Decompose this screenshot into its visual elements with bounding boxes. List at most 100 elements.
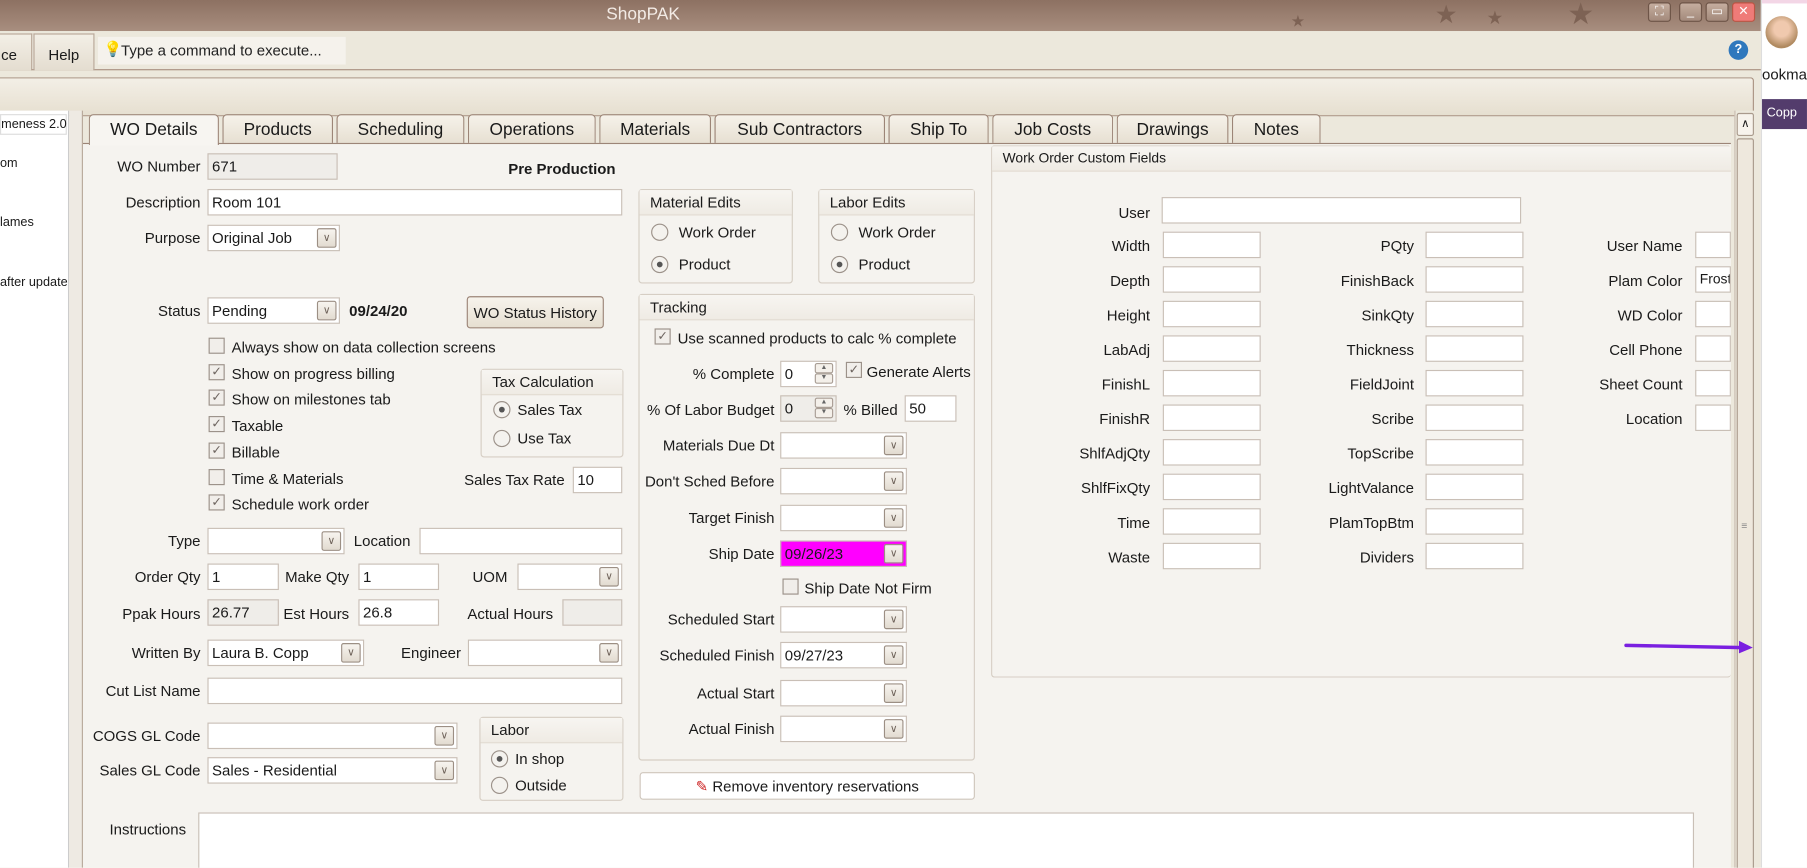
make-qty-field[interactable]: 1 <box>358 563 440 591</box>
custom-field-input[interactable] <box>1162 542 1261 570</box>
purpose-select[interactable]: Original Job ∨ <box>207 224 340 252</box>
date-picker[interactable]: 09/27/23 ∨ <box>780 641 907 669</box>
scrollbar-thumb[interactable]: ≡ <box>1736 138 1754 868</box>
use-tax-radio[interactable] <box>493 429 511 448</box>
custom-field-input[interactable] <box>1425 300 1524 328</box>
est-hours-field[interactable]: 26.8 <box>358 599 440 626</box>
custom-field-input[interactable] <box>1425 266 1524 293</box>
order-qty-field[interactable]: 1 <box>207 563 279 591</box>
checkbox[interactable] <box>208 337 225 354</box>
material-edits-work-order-radio[interactable] <box>651 223 669 241</box>
chevron-down-icon[interactable]: ∨ <box>883 543 904 564</box>
custom-field-input[interactable] <box>1695 335 1731 362</box>
custom-field-input[interactable] <box>1162 473 1261 501</box>
date-picker[interactable]: ∨ <box>780 715 907 743</box>
cut-list-field[interactable] <box>207 677 623 705</box>
labor-edits-product-radio[interactable] <box>830 255 849 274</box>
checkbox[interactable]: ✓ <box>208 442 225 459</box>
custom-field-input[interactable] <box>1162 439 1261 466</box>
custom-field-input[interactable] <box>1425 508 1524 535</box>
chevron-down-icon[interactable]: ∨ <box>883 645 904 665</box>
description-field[interactable]: Room 101 <box>207 188 623 216</box>
custom-field-input[interactable] <box>1425 335 1524 362</box>
custom-field-input[interactable] <box>1425 542 1524 570</box>
chevron-down-icon[interactable]: ∨ <box>883 719 904 739</box>
uom-select[interactable]: ∨ <box>517 563 623 591</box>
vertical-scrollbar[interactable]: ∧ ≡ <box>1734 110 1756 868</box>
scroll-up-icon[interactable]: ∧ <box>1736 112 1754 136</box>
checkbox[interactable] <box>208 468 225 485</box>
chevron-down-icon[interactable]: ∨ <box>316 300 337 321</box>
material-edits-product-radio[interactable] <box>651 255 669 274</box>
pct-labor-budget-spinner[interactable]: 0 ▲ ▼ <box>780 395 837 422</box>
engineer-select[interactable]: ∨ <box>467 639 623 667</box>
checkbox[interactable]: ✓ <box>208 416 225 433</box>
spin-up-icon[interactable]: ▲ <box>814 363 834 374</box>
use-scanned-checkbox[interactable]: ✓ <box>654 328 671 345</box>
date-picker[interactable]: ∨ <box>780 504 907 532</box>
ship-date-not-firm-checkbox[interactable] <box>782 578 799 595</box>
in-shop-radio[interactable] <box>490 750 509 768</box>
custom-field-input[interactable] <box>1162 369 1261 397</box>
chevron-down-icon[interactable]: ∨ <box>316 228 337 248</box>
spin-down-icon[interactable]: ▼ <box>814 407 834 419</box>
chevron-down-icon[interactable]: ∨ <box>883 683 904 703</box>
custom-field-input[interactable] <box>1695 369 1731 397</box>
checkbox[interactable]: ✓ <box>208 363 225 380</box>
custom-field-input[interactable] <box>1695 404 1731 431</box>
custom-field-input[interactable] <box>1162 335 1261 362</box>
instructions-textarea[interactable] <box>198 812 1695 868</box>
custom-field-input[interactable] <box>1695 300 1731 328</box>
sales-gl-select[interactable]: Sales - Residential ∨ <box>207 757 458 784</box>
chevron-down-icon[interactable]: ∨ <box>599 566 619 587</box>
custom-field-input[interactable] <box>1425 404 1524 431</box>
written-by-select[interactable]: Laura B. Copp ∨ <box>207 639 365 667</box>
custom-field-input[interactable] <box>1162 508 1261 535</box>
custom-field-input[interactable] <box>1425 439 1524 466</box>
custom-field-input[interactable] <box>1425 369 1524 397</box>
custom-user-field[interactable] <box>1161 197 1522 224</box>
chevron-down-icon[interactable]: ∨ <box>434 726 455 746</box>
custom-field-label: ShlfAdjQty <box>1079 444 1151 463</box>
custom-field-input[interactable] <box>1695 231 1731 259</box>
custom-field-input[interactable]: Frost <box>1695 266 1731 293</box>
date-picker[interactable]: 09/26/23 ∨ <box>780 540 907 567</box>
pct-billed-field[interactable]: 50 <box>904 395 957 422</box>
pct-complete-spinner[interactable]: 0 ▲ ▼ <box>780 360 837 388</box>
location-field[interactable] <box>419 527 623 555</box>
custom-field-input[interactable] <box>1162 231 1261 259</box>
remove-inventory-reservations-button[interactable]: ✎ Remove inventory reservations <box>639 772 975 800</box>
sales-tax-radio[interactable] <box>493 401 511 419</box>
chevron-down-icon[interactable]: ∨ <box>321 531 342 551</box>
sales-tax-rate-field[interactable]: 10 <box>572 466 623 494</box>
custom-field-input[interactable] <box>1425 473 1524 501</box>
custom-field-input[interactable] <box>1425 231 1524 259</box>
type-select[interactable]: ∨ <box>207 527 345 555</box>
chevron-down-icon[interactable]: ∨ <box>883 508 904 528</box>
chevron-down-icon[interactable]: ∨ <box>434 760 455 781</box>
chevron-down-icon[interactable]: ∨ <box>883 609 904 630</box>
outside-radio[interactable] <box>490 776 509 795</box>
date-picker[interactable]: ∨ <box>780 679 907 707</box>
status-select[interactable]: Pending ∨ <box>207 297 340 324</box>
labor-edits-work-order-radio[interactable] <box>830 223 849 241</box>
custom-field-input[interactable] <box>1162 404 1261 431</box>
tab-wo-details[interactable]: WO Details <box>88 114 219 146</box>
custom-field-input[interactable] <box>1162 266 1261 293</box>
spin-up-icon[interactable]: ▲ <box>814 397 834 408</box>
chevron-down-icon[interactable]: ∨ <box>341 643 361 663</box>
cogs-gl-select[interactable]: ∨ <box>207 722 458 750</box>
custom-field-input[interactable] <box>1162 300 1261 328</box>
chevron-down-icon[interactable]: ∨ <box>599 643 619 663</box>
chevron-down-icon[interactable]: ∨ <box>883 435 904 456</box>
checkbox[interactable]: ✓ <box>208 494 225 511</box>
chevron-down-icon[interactable]: ∨ <box>883 471 904 491</box>
status-value: Pending <box>212 301 268 320</box>
date-picker[interactable]: ∨ <box>780 432 907 459</box>
wo-status-history-button[interactable]: WO Status History <box>466 296 604 329</box>
date-picker[interactable]: ∨ <box>780 467 907 495</box>
spin-down-icon[interactable]: ▼ <box>814 373 834 384</box>
generate-alerts-checkbox[interactable]: ✓ <box>845 361 862 378</box>
date-picker[interactable]: ∨ <box>780 606 907 633</box>
checkbox[interactable]: ✓ <box>208 389 225 407</box>
